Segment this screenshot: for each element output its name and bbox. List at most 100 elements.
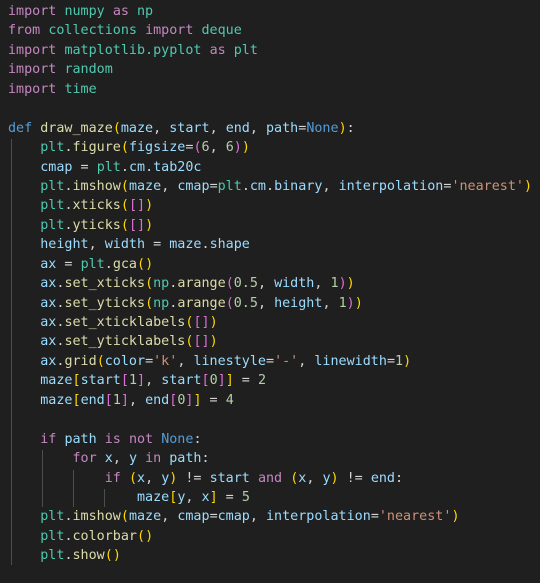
- code-token: (: [193, 140, 202, 156]
- code-token: end: [370, 470, 395, 486]
- code-line[interactable]: height, width = maze.shape: [0, 235, 540, 254]
- code-token: random: [64, 62, 113, 78]
- code-token: x: [201, 489, 210, 505]
- code-token: path: [64, 431, 97, 447]
- code-token: width: [274, 276, 315, 292]
- code-token: :: [201, 451, 210, 467]
- code-token: ]: [225, 373, 234, 389]
- code-token: ,: [249, 120, 266, 136]
- code-line[interactable]: ax.set_xticklabels([]): [0, 313, 540, 332]
- code-token: ,: [145, 373, 162, 389]
- code-token: x: [137, 470, 146, 486]
- code-line[interactable]: ax.grid(color='k', linestyle='-', linewi…: [0, 352, 540, 371]
- code-token: 0: [209, 373, 218, 389]
- code-token: plt: [80, 256, 105, 272]
- code-token: in: [145, 451, 162, 467]
- code-editor[interactable]: import numpy as np from collections impor…: [0, 0, 540, 583]
- code-line[interactable]: if (x, y) != start and (x, y) != end:: [0, 469, 540, 488]
- code-line[interactable]: maze[end[1], end[0]] = 4: [0, 391, 540, 410]
- code-token: (: [120, 217, 129, 233]
- code-line[interactable]: ax.set_yticks(np.arange(0.5, height, 1)): [0, 294, 540, 313]
- code-token: [: [72, 392, 81, 408]
- code-token: arange: [177, 295, 226, 311]
- code-token: .: [120, 159, 129, 175]
- code-line[interactable]: import random: [0, 60, 540, 79]
- code-token: (: [128, 470, 137, 486]
- code-line[interactable]: ax = plt.gca(): [0, 255, 540, 274]
- code-line[interactable]: maze[start[1], start[0]] = 2: [0, 371, 540, 390]
- code-line[interactable]: if path is not None:: [0, 430, 540, 449]
- code-line[interactable]: plt.yticks([]): [0, 216, 540, 235]
- code-token: ]: [137, 373, 146, 389]
- code-token: (: [120, 509, 129, 525]
- code-token: path: [266, 120, 299, 136]
- code-line[interactable]: import numpy as np: [0, 2, 540, 21]
- code-line[interactable]: plt.xticks([]): [0, 196, 540, 215]
- code-token: set_xticks: [64, 276, 146, 292]
- code-line[interactable]: plt.figure(figsize=(6, 6)): [0, 138, 540, 157]
- code-line[interactable]: import time: [0, 80, 540, 99]
- code-token: .: [64, 217, 73, 233]
- code-line[interactable]: for x, y in path:: [0, 449, 540, 468]
- code-token: ]: [201, 334, 210, 350]
- code-token: 1: [330, 276, 339, 292]
- code-token: ,: [112, 451, 129, 467]
- code-line[interactable]: def draw_maze(maze, start, end, path=Non…: [0, 119, 540, 138]
- code-token: y: [128, 451, 137, 467]
- code-line[interactable]: ax.set_yticklabels([]): [0, 332, 540, 351]
- code-token: collections: [48, 23, 137, 39]
- code-token: ax: [40, 256, 57, 272]
- code-token: (: [225, 276, 234, 292]
- code-token: ,: [153, 120, 170, 136]
- code-token: ): [403, 353, 412, 369]
- code-token: =: [145, 237, 170, 253]
- code-line[interactable]: cmap = plt.cm.tab20c: [0, 158, 540, 177]
- code-line[interactable]: [0, 99, 540, 118]
- code-token: plt: [40, 217, 65, 233]
- code-token: 6: [201, 140, 210, 156]
- code-line[interactable]: plt.show(): [0, 546, 540, 565]
- code-line[interactable]: plt.colorbar(): [0, 527, 540, 546]
- code-line[interactable]: from collections import deque: [0, 21, 540, 40]
- code-token: end: [145, 392, 170, 408]
- code-token: ): [338, 276, 347, 292]
- code-line[interactable]: plt.imshow(maze, cmap=plt.cm.binary, int…: [0, 177, 540, 196]
- code-token: imshow: [72, 178, 121, 194]
- code-line[interactable]: plt.imshow(maze, cmap=cmap, interpolatio…: [0, 507, 540, 526]
- code-token: ,: [161, 178, 178, 194]
- code-token: (: [225, 295, 234, 311]
- code-token: ax: [40, 334, 57, 350]
- code-token: ): [338, 120, 347, 136]
- code-token: ,: [322, 295, 339, 311]
- code-token: set_yticklabels: [64, 334, 186, 350]
- code-token: time: [64, 81, 97, 97]
- code-token: start: [80, 373, 121, 389]
- code-token: gca: [112, 256, 137, 272]
- code-token: ): [241, 140, 250, 156]
- code-token: plt: [40, 198, 65, 214]
- code-token: ): [233, 140, 242, 156]
- code-line[interactable]: import matplotlib.pyplot as plt: [0, 41, 540, 60]
- code-line[interactable]: [0, 410, 540, 429]
- code-token: start: [161, 373, 202, 389]
- code-token: :: [346, 120, 355, 136]
- code-token: .: [241, 178, 250, 194]
- code-token: =: [217, 489, 242, 505]
- code-line[interactable]: maze[y, x] = 5: [0, 488, 540, 507]
- code-line[interactable]: ax.set_xticks(np.arange(0.5, width, 1)): [0, 274, 540, 293]
- code-token: maze: [137, 489, 170, 505]
- code-token: [: [72, 373, 81, 389]
- code-token: =: [370, 509, 379, 525]
- code-token: (: [96, 353, 105, 369]
- code-token: np: [153, 276, 170, 292]
- code-content[interactable]: import numpy as np from collections impor…: [0, 2, 540, 566]
- code-token: ,: [257, 295, 275, 311]
